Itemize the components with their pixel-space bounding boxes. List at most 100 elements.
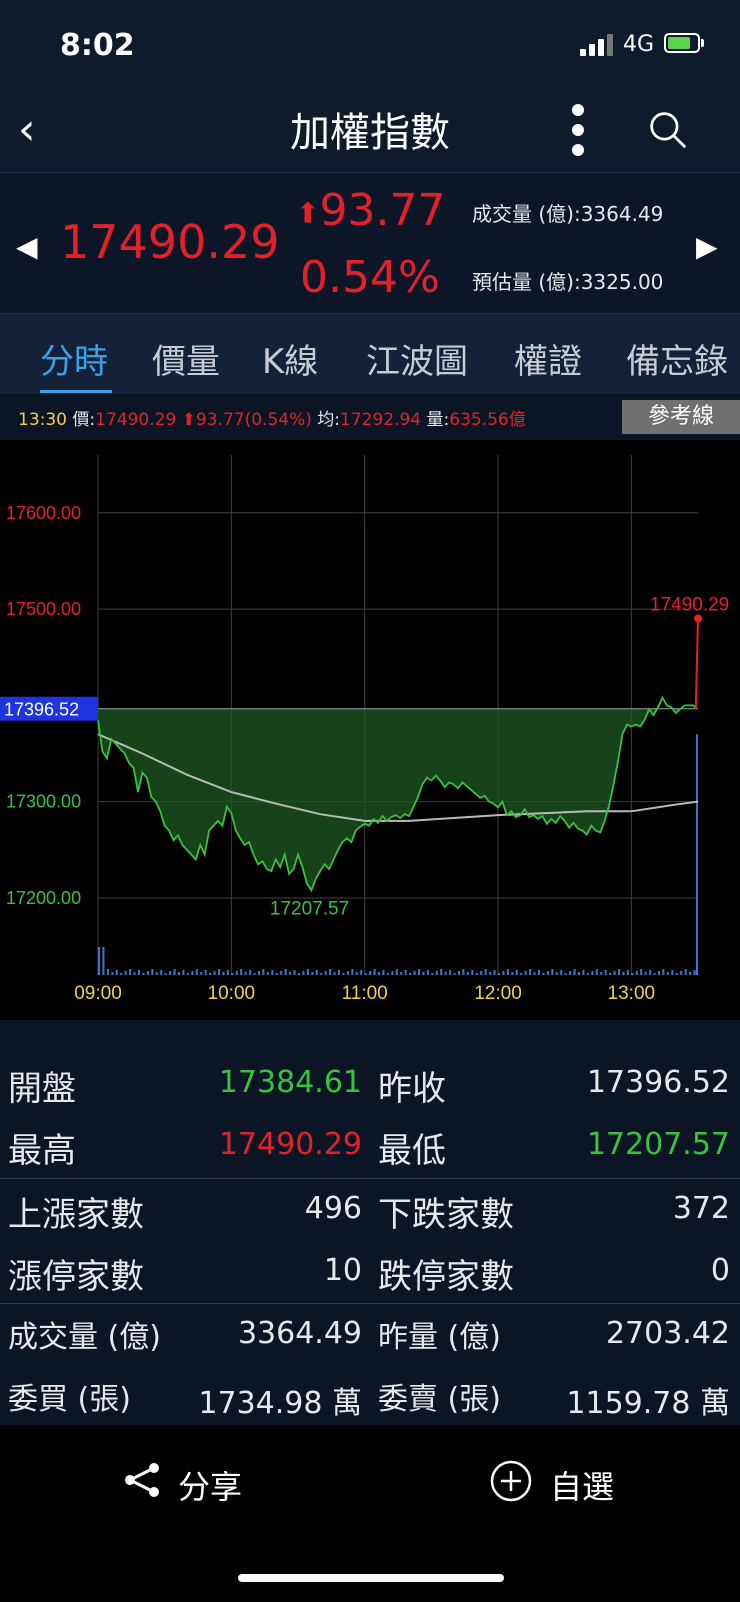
volume-bar (200, 972, 203, 975)
volume-bar (253, 973, 256, 975)
volume-bar (418, 969, 420, 975)
volume-bar (186, 973, 189, 975)
volume-value: 3364.49 (237, 1316, 362, 1351)
volume-bar (426, 970, 429, 975)
previous-index-icon[interactable]: ◀ (16, 230, 38, 263)
down-count-value: 372 (672, 1191, 730, 1226)
volume-bar (444, 972, 447, 975)
volume-bar (533, 972, 536, 975)
tab-kline[interactable]: K線 (262, 334, 318, 383)
volume-bar (98, 947, 100, 975)
high-label: 最高 (8, 1131, 76, 1171)
add-circle-icon[interactable] (490, 1460, 532, 1502)
share-icon[interactable] (122, 1460, 162, 1500)
tab-memo[interactable]: 備忘錄 (626, 334, 728, 383)
limit-down-label: 跌停家數 (378, 1257, 514, 1297)
volume-bar (626, 970, 629, 975)
volume-bar (422, 972, 425, 975)
volume-bar (511, 972, 514, 975)
up-count-label: 上漲家數 (8, 1195, 144, 1235)
volume-bar (111, 972, 114, 975)
volume-bar (155, 972, 158, 975)
volume-bar (684, 969, 687, 975)
battery-cap (701, 39, 704, 47)
volume-bar (106, 969, 109, 975)
bid-label: 委買 (張) (8, 1382, 131, 1417)
volume-bar (515, 970, 518, 975)
volume-bar (569, 971, 572, 975)
volume-bar (360, 970, 363, 975)
volume-bar (218, 969, 220, 975)
reference-line-button[interactable]: 參考線 (622, 400, 740, 434)
volume-bar (449, 970, 452, 975)
y-tick-label: 17200.00 (6, 888, 81, 908)
battery-icon (664, 33, 700, 53)
volume-bar (640, 969, 643, 975)
volume-bar (546, 971, 549, 975)
volume-bar (475, 973, 478, 975)
volume-bar (578, 972, 580, 975)
volume-bar (191, 971, 194, 975)
volume-bar (213, 971, 216, 975)
next-index-icon[interactable]: ▶ (696, 230, 718, 263)
volume-bar (146, 971, 149, 975)
volume-bar (369, 971, 372, 975)
high-value: 17490.29 (218, 1127, 362, 1162)
tab-elliott-wave[interactable]: 江波圖 (366, 334, 468, 383)
volume-bar (240, 969, 243, 975)
last-price-dot (694, 614, 702, 623)
volume-bar (502, 971, 505, 975)
volume-bar (551, 969, 554, 975)
more-options-icon[interactable] (572, 104, 584, 156)
volume-bar (342, 973, 345, 975)
volume-bar (560, 970, 563, 975)
tab-price-volume[interactable]: 價量 (152, 334, 220, 383)
volume-bar (120, 973, 123, 975)
volume-bar (400, 972, 403, 975)
volume-bar (498, 973, 500, 975)
info-price-value: 17490.29 (95, 410, 177, 430)
volume-bar (231, 973, 234, 975)
volume-bar (538, 970, 540, 975)
last-price-label: 17490.29 (650, 594, 729, 615)
open-value: 17384.61 (218, 1065, 362, 1100)
info-change-value: 93.77(0.54%) (195, 410, 312, 430)
volume-bar (271, 970, 274, 975)
x-tick-label: 13:00 (608, 983, 656, 1004)
tab-intraday[interactable]: 分時 (40, 334, 108, 383)
index-change: ⬆93.77 (296, 185, 445, 236)
info-vol-label: 量: (426, 410, 450, 430)
watchlist-button[interactable]: 自選 (550, 1462, 614, 1508)
volume-bar (364, 973, 367, 975)
volume-bar (315, 970, 318, 975)
open-label: 開盤 (8, 1069, 76, 1109)
up-count-value: 496 (304, 1191, 362, 1226)
y-tick-label: 17600.00 (6, 503, 81, 523)
prev-volume-value: 2703.42 (605, 1316, 730, 1351)
low-price-label: 17207.57 (270, 899, 349, 920)
volume-bar (293, 970, 296, 975)
volume-bar (164, 973, 167, 975)
volume-bar (573, 969, 576, 975)
search-icon[interactable] (648, 110, 688, 150)
tab-warrants[interactable]: 權證 (514, 334, 582, 383)
volume-bar (258, 971, 260, 975)
volume-bar (635, 971, 638, 975)
volume-bar (346, 971, 349, 975)
volume-bar (173, 969, 176, 975)
volume-bar (311, 972, 314, 975)
volume-bar (689, 972, 692, 975)
prev-close-value: 17396.52 (586, 1065, 730, 1100)
volume-bar (324, 971, 327, 975)
volume-bar (249, 970, 252, 975)
volume-bar (542, 973, 545, 975)
active-tab-indicator (40, 390, 112, 393)
volume-bar (262, 969, 265, 975)
chart-info-line: 13:30 價:17490.29 ⬆93.77(0.54%) 均:17292.9… (18, 410, 526, 430)
volume-bar (386, 973, 389, 975)
volume-bar (280, 971, 283, 975)
share-button[interactable]: 分享 (178, 1462, 242, 1508)
volume-bar (622, 972, 625, 975)
volume-bar (391, 971, 394, 975)
volume-bar (671, 970, 674, 975)
